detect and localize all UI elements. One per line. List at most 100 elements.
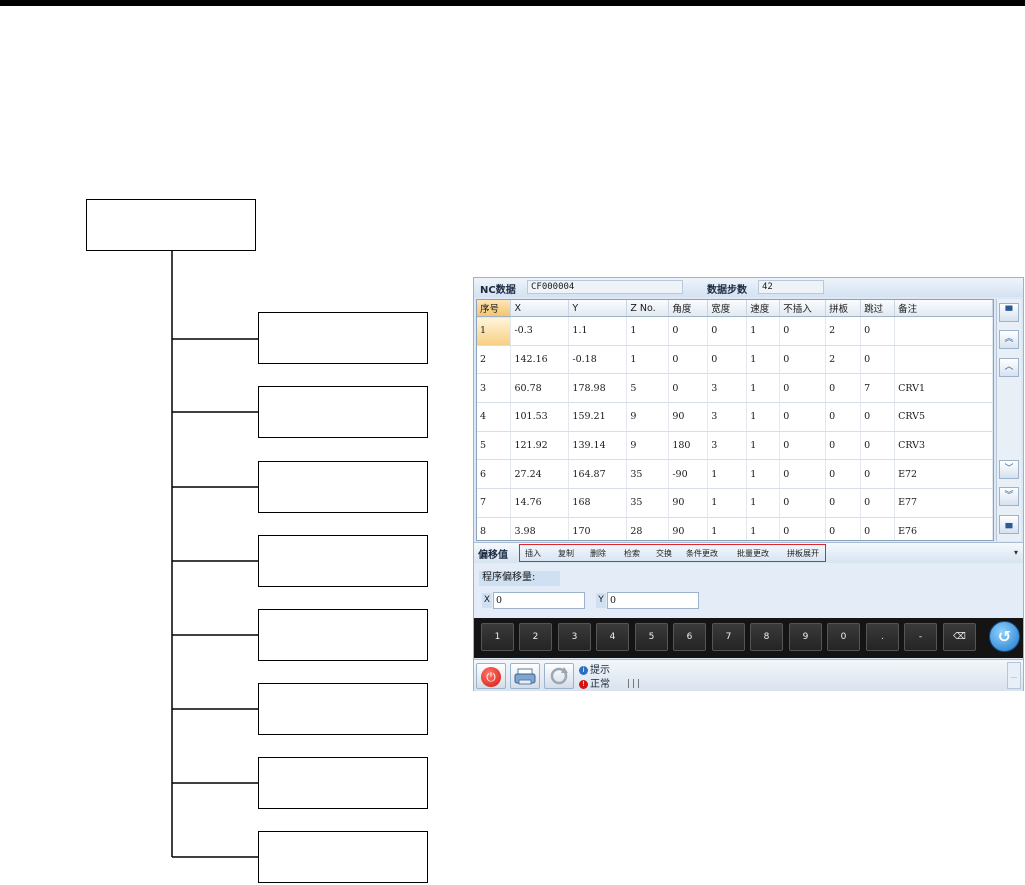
- table-cell[interactable]: 1.1: [568, 316, 628, 346]
- table-cell[interactable]: 1: [626, 316, 670, 346]
- table-row[interactable]: 7 14.76 168 35 90 1 1 0 0 0 E77: [477, 488, 993, 518]
- table-cell[interactable]: 0: [779, 402, 827, 432]
- table-cell[interactable]: 0: [668, 345, 709, 375]
- column-header[interactable]: 备注: [894, 300, 993, 317]
- key-minus[interactable]: -: [904, 623, 937, 651]
- printer-button[interactable]: [510, 663, 540, 689]
- table-cell[interactable]: 0: [860, 459, 896, 490]
- table-cell[interactable]: 3: [707, 402, 748, 432]
- table-cell[interactable]: 121.92: [510, 431, 570, 461]
- key-2[interactable]: 2: [519, 623, 552, 651]
- key-3[interactable]: 3: [558, 623, 591, 651]
- table-cell[interactable]: 0: [860, 402, 896, 432]
- table-cell[interactable]: 1: [707, 488, 748, 518]
- column-header[interactable]: Y: [568, 300, 628, 317]
- table-cell[interactable]: 0: [860, 517, 896, 540]
- table-cell[interactable]: 0: [825, 402, 862, 432]
- table-cell[interactable]: 0: [668, 373, 709, 404]
- column-header[interactable]: 速度: [746, 300, 781, 317]
- table-cell[interactable]: 0: [825, 459, 862, 490]
- key-9[interactable]: 9: [789, 623, 822, 651]
- y-offset-input[interactable]: 0: [607, 592, 699, 609]
- table-cell[interactable]: 0: [860, 316, 896, 346]
- column-header[interactable]: Z No.: [626, 300, 670, 317]
- tab-swap[interactable]: 交换: [656, 548, 672, 559]
- table-cell[interactable]: 5: [626, 373, 670, 404]
- page-down-icon[interactable]: ︾: [999, 487, 1019, 506]
- table-cell[interactable]: 168: [568, 488, 628, 518]
- key-5[interactable]: 5: [635, 623, 668, 651]
- table-cell[interactable]: CRV1: [894, 373, 993, 404]
- tab-insert[interactable]: 插入: [525, 548, 541, 559]
- table-cell[interactable]: 0: [860, 488, 896, 518]
- column-header[interactable]: 跳过: [860, 300, 896, 317]
- table-cell[interactable]: 1: [746, 459, 781, 490]
- table-cell[interactable]: 90: [668, 402, 709, 432]
- column-header[interactable]: 序号: [477, 300, 512, 317]
- table-cell[interactable]: 1: [707, 517, 748, 540]
- table-cell[interactable]: 0: [860, 345, 896, 375]
- table-row[interactable]: 5 121.92 139.14 9 180 3 1 0 0 0 CRV3: [477, 431, 993, 461]
- key-7[interactable]: 7: [712, 623, 745, 651]
- table-cell[interactable]: 1: [746, 402, 781, 432]
- table-cell[interactable]: E72: [894, 459, 993, 490]
- table-cell[interactable]: E77: [894, 488, 993, 518]
- status-right-button[interactable]: …: [1007, 662, 1021, 689]
- table-row[interactable]: 6 27.24 164.87 35 -90 1 1 0 0 0 E72: [477, 459, 993, 490]
- table-cell[interactable]: E76: [894, 517, 993, 540]
- chevron-down-icon[interactable]: ▾: [1014, 548, 1018, 557]
- tab-batch-change[interactable]: 批量更改: [737, 548, 769, 559]
- table-cell[interactable]: 90: [668, 517, 709, 540]
- table-cell[interactable]: 0: [825, 373, 862, 404]
- table-cell[interactable]: 9: [626, 402, 670, 432]
- column-header[interactable]: 不插入: [779, 300, 827, 317]
- table-cell[interactable]: 28: [626, 517, 670, 540]
- table-cell[interactable]: 139.14: [568, 431, 628, 461]
- table-cell[interactable]: 1: [746, 431, 781, 461]
- line-up-icon[interactable]: ︿: [999, 358, 1019, 377]
- table-cell[interactable]: 6: [477, 459, 512, 490]
- power-button[interactable]: ⏻: [476, 663, 506, 689]
- tab-offset[interactable]: 偏移值: [478, 546, 508, 561]
- table-cell[interactable]: [894, 316, 993, 346]
- table-cell[interactable]: 0: [779, 373, 827, 404]
- refresh-button[interactable]: [544, 663, 574, 689]
- table-cell[interactable]: 0: [779, 488, 827, 518]
- key-6[interactable]: 6: [673, 623, 706, 651]
- table-cell[interactable]: 90: [668, 488, 709, 518]
- table-cell[interactable]: -90: [668, 459, 709, 490]
- key-0[interactable]: 0: [827, 623, 860, 651]
- column-header[interactable]: 拼板: [825, 300, 862, 317]
- table-row[interactable]: 2 142.16 -0.18 1 0 0 1 0 2 0: [477, 345, 993, 375]
- table-cell[interactable]: 7: [860, 373, 896, 404]
- table-cell[interactable]: 2: [477, 345, 512, 375]
- table-cell[interactable]: 178.98: [568, 373, 628, 404]
- table-cell[interactable]: 3.98: [510, 517, 570, 540]
- table-cell[interactable]: CRV5: [894, 402, 993, 432]
- table-cell[interactable]: 1: [477, 316, 512, 346]
- bottom-icon[interactable]: ▄: [999, 515, 1019, 534]
- table-cell[interactable]: 0: [668, 316, 709, 346]
- tab-condition-change[interactable]: 条件更改: [686, 548, 718, 559]
- table-cell[interactable]: 159.21: [568, 402, 628, 432]
- table-cell[interactable]: 2: [825, 316, 862, 346]
- table-cell[interactable]: -0.18: [568, 345, 628, 375]
- table-cell[interactable]: 1: [746, 345, 781, 375]
- table-cell[interactable]: 4: [477, 402, 512, 432]
- table-cell[interactable]: 27.24: [510, 459, 570, 490]
- key-8[interactable]: 8: [750, 623, 783, 651]
- table-cell[interactable]: 142.16: [510, 345, 570, 375]
- column-header[interactable]: 宽度: [707, 300, 748, 317]
- table-cell[interactable]: 60.78: [510, 373, 570, 404]
- table-cell[interactable]: 0: [779, 431, 827, 461]
- tab-copy[interactable]: 复制: [558, 548, 574, 559]
- tab-delete[interactable]: 删除: [590, 548, 606, 559]
- table-cell[interactable]: 1: [746, 373, 781, 404]
- line-down-icon[interactable]: ﹀: [999, 460, 1019, 479]
- table-cell[interactable]: 35: [626, 488, 670, 518]
- x-offset-input[interactable]: 0: [493, 592, 585, 609]
- table-cell[interactable]: 3: [477, 373, 512, 404]
- table-cell[interactable]: [894, 345, 993, 375]
- key-dot[interactable]: .: [866, 623, 899, 651]
- return-icon[interactable]: ↺: [989, 621, 1020, 652]
